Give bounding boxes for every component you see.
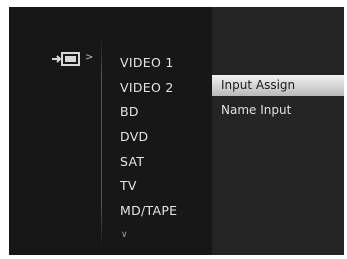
chevron-right-icon: > bbox=[85, 52, 94, 63]
chevron-down-icon[interactable]: ∨ bbox=[121, 230, 128, 240]
source-item-bd[interactable]: BD bbox=[120, 100, 177, 125]
source-item-sat[interactable]: SAT bbox=[120, 150, 177, 175]
submenu-item-name-input[interactable]: Name Input bbox=[212, 100, 344, 121]
source-list: VIDEO 1 VIDEO 2 BD DVD SAT TV MD/TAPE bbox=[120, 51, 177, 224]
submenu-list: Input Assign Name Input bbox=[212, 75, 344, 125]
osd-screen: > VIDEO 1 VIDEO 2 BD DVD SAT TV MD/TAPE … bbox=[9, 7, 344, 255]
input-source-icon bbox=[52, 52, 80, 66]
menu-divider bbox=[101, 35, 102, 247]
submenu-item-input-assign[interactable]: Input Assign bbox=[212, 75, 344, 96]
source-item-md-tape[interactable]: MD/TAPE bbox=[120, 199, 177, 224]
source-item-video2[interactable]: VIDEO 2 bbox=[120, 76, 177, 101]
source-item-dvd[interactable]: DVD bbox=[120, 125, 177, 150]
source-item-tv[interactable]: TV bbox=[120, 174, 177, 199]
source-item-video1[interactable]: VIDEO 1 bbox=[120, 51, 177, 76]
submenu-panel bbox=[212, 7, 344, 255]
